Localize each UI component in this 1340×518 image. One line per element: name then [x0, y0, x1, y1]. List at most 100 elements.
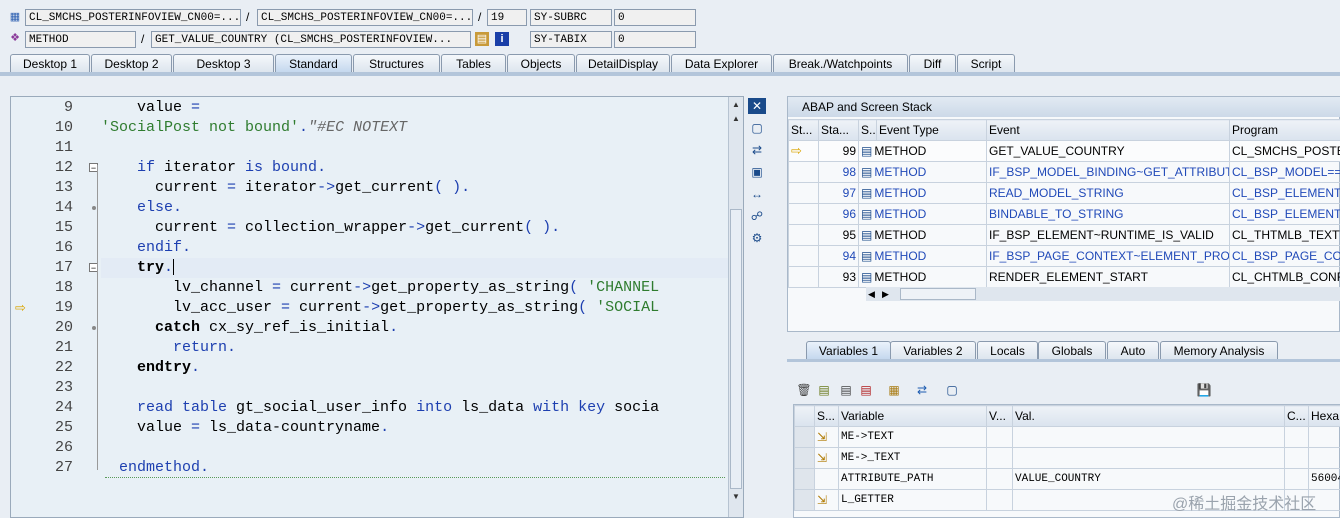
code-line[interactable]: lv_channel = current->get_property_as_st… [101, 278, 729, 298]
stack-row[interactable]: 94 ▤ METHOD IF_BSP_PAGE_CONTEXT~ELEMENT_PRO… [788, 245, 1340, 267]
include-field[interactable]: CL_SMCHS_POSTERINFOVIEW_CN00=... [257, 9, 473, 26]
var-tab-variables-2[interactable]: Variables 2 [890, 341, 976, 359]
variable-row[interactable]: ATTRIBUTE_PATH VALUE_COUNTRY 56004 [794, 468, 1340, 490]
maximize-icon[interactable]: ▣ [748, 164, 766, 180]
var-tab-locals[interactable]: Locals [977, 341, 1038, 359]
code-line[interactable]: 'SocialPost not bound'."#EC NOTEXT [101, 118, 729, 138]
navigate-icon[interactable]: ⇄ [914, 382, 930, 398]
source-code-icon[interactable]: ▤ [861, 186, 872, 200]
editor-vertical-scrollbar[interactable]: ▲ ▲ ▼ [728, 97, 743, 517]
scroll-up-arrow-icon[interactable]: ▲ [730, 113, 742, 125]
line-number-field[interactable]: 19 [487, 9, 527, 26]
info-icon[interactable]: i [495, 32, 509, 46]
row-selector[interactable] [794, 489, 815, 511]
variable-column-header[interactable]: Val. [1012, 405, 1285, 427]
sysvar-value-field[interactable]: 0 [614, 31, 696, 48]
headset-icon[interactable]: ☍ [748, 208, 766, 224]
tab-diff[interactable]: Diff [909, 54, 956, 72]
scroll-down-arrow-icon[interactable]: ▼ [730, 491, 742, 503]
var-tab-memory-analysis[interactable]: Memory Analysis [1160, 341, 1278, 359]
export-icon[interactable]: ▢ [944, 382, 960, 398]
scroll-thumb[interactable] [900, 288, 976, 300]
event-field[interactable]: GET_VALUE_COUNTRY (CL_SMCHS_POSTERINFOVI… [151, 31, 471, 48]
tab-tables[interactable]: Tables [441, 54, 506, 72]
object-reference-icon[interactable]: ⇲ [817, 451, 827, 465]
stack-row[interactable]: 97 ▤ METHOD READ_MODEL_STRING CL_BSP_ELEMENT… [788, 182, 1340, 204]
variable-row[interactable]: ⇲ ME->TEXT [794, 426, 1340, 448]
source-code-icon[interactable]: ▤ [861, 249, 872, 263]
code-line[interactable]: current = collection_wrapper->get_curren… [101, 218, 729, 238]
code-line[interactable]: endmethod. [101, 458, 729, 478]
delete-row-icon[interactable]: ▤ [858, 382, 874, 398]
variable-name-cell[interactable]: ME->_TEXT [838, 447, 987, 469]
stack-column-header[interactable]: Sta... [818, 119, 859, 141]
variable-value-cell[interactable] [1012, 447, 1285, 469]
stack-column-header[interactable]: Event [986, 119, 1230, 141]
code-line[interactable]: value = ls_data-countryname. [101, 418, 729, 438]
code-line[interactable]: value = [101, 98, 729, 118]
scroll-up-arrow-icon[interactable]: ▲ [730, 99, 742, 111]
code-line[interactable] [101, 138, 729, 158]
close-icon[interactable]: ✕ [748, 98, 766, 114]
save-icon[interactable]: 💾 [1196, 382, 1212, 398]
row-selector[interactable] [794, 447, 815, 469]
source-code-icon[interactable]: ▤ [861, 207, 872, 221]
variable-value-cell[interactable]: VALUE_COUNTRY [1012, 468, 1285, 490]
variable-value-cell[interactable] [1012, 426, 1285, 448]
scroll-left-arrow-icon[interactable]: ◀ [868, 287, 875, 301]
sysvar-value-field[interactable]: 0 [614, 9, 696, 26]
sysvar-name-field[interactable]: SY-SUBRC [530, 9, 612, 26]
tab-desktop-3[interactable]: Desktop 3 [173, 54, 274, 72]
source-editor[interactable]: 9 value = 10 'SocialPost not bound'."#EC N… [10, 96, 744, 518]
variable-name-cell[interactable]: ATTRIBUTE_PATH [838, 468, 987, 490]
var-tab-auto[interactable]: Auto [1107, 341, 1159, 359]
delete-icon[interactable]: 🗑 [796, 382, 812, 398]
tab-objects[interactable]: Objects [507, 54, 575, 72]
row-selector-header[interactable] [794, 405, 815, 427]
variable-row[interactable]: ⇲ ME->_TEXT [794, 447, 1340, 469]
code-line[interactable] [101, 438, 729, 458]
stack-column-header[interactable]: Program [1229, 119, 1340, 141]
program-field[interactable]: CL_SMCHS_POSTERINFOVIEW_CN00=... [25, 9, 241, 26]
code-line[interactable]: endif. [101, 238, 729, 258]
row-selector[interactable] [794, 426, 815, 448]
tab-break-watchpoints[interactable]: Break./Watchpoints [773, 54, 908, 72]
insert-row-icon[interactable]: ▤ [816, 382, 832, 398]
stack-row[interactable]: 98 ▤ METHOD IF_BSP_MODEL_BINDING~GET_ATTRIB… [788, 161, 1340, 183]
scroll-right-arrow-icon[interactable]: ▶ [882, 287, 889, 301]
code-line[interactable]: read table gt_social_user_info into ls_d… [101, 398, 729, 418]
stack-row[interactable]: 93 ▤ METHOD RENDER_ELEMENT_START CL_CHTMLB_C… [788, 266, 1340, 288]
var-tab-variables-1[interactable]: Variables 1 [806, 341, 891, 359]
copy-row-icon[interactable]: ▤ [838, 382, 854, 398]
tab-data-explorer[interactable]: Data Explorer [671, 54, 772, 72]
stack-row[interactable]: 95 ▤ METHOD IF_BSP_ELEMENT~RUNTIME_IS_VALID… [788, 224, 1340, 246]
sysvar-name-field[interactable]: SY-TABIX [530, 31, 612, 48]
code-line[interactable]: endtry. [101, 358, 729, 378]
tab-script[interactable]: Script [957, 54, 1015, 72]
row-selector[interactable] [794, 468, 815, 490]
source-code-icon[interactable]: ▤ [861, 144, 872, 158]
code-line[interactable]: return. [101, 338, 729, 358]
code-line[interactable]: current = iterator->get_current( ). [101, 178, 729, 198]
code-line[interactable]: catch cx_sy_ref_is_initial. [101, 318, 729, 338]
stack-horizontal-scrollbar[interactable]: ◀ ▶ [866, 287, 1340, 301]
variable-column-header[interactable]: S... [814, 405, 839, 427]
services-icon[interactable]: ⚙ [748, 230, 766, 246]
source-code-icon[interactable]: ▤ [861, 270, 872, 284]
variable-name-cell[interactable]: L_GETTER [838, 489, 987, 511]
source-code-icon[interactable]: ▤ [861, 228, 872, 242]
stack-row[interactable]: ⇨ 99 ▤ METHOD GET_VALUE_COUNTRY CL_SMCHS_POST… [788, 140, 1340, 162]
source-icon[interactable]: ▤ [475, 32, 489, 46]
source-code-icon[interactable]: ▤ [861, 165, 872, 179]
variable-name-cell[interactable]: ME->TEXT [838, 426, 987, 448]
layout-icon[interactable]: ▦ [886, 382, 902, 398]
tab-structures[interactable]: Structures [353, 54, 440, 72]
stack-column-header[interactable]: Event Type [876, 119, 987, 141]
variable-column-header[interactable]: V... [986, 405, 1013, 427]
stack-column-header[interactable]: St... [788, 119, 819, 141]
swap-tool-icon[interactable]: ⇄ [748, 142, 766, 158]
code-line[interactable]: try. [101, 258, 729, 278]
code-line[interactable]: lv_acc_user = current->get_property_as_s… [101, 298, 729, 318]
tab-detaildisplay[interactable]: DetailDisplay [576, 54, 670, 72]
stack-row[interactable]: 96 ▤ METHOD BINDABLE_TO_STRING CL_BSP_ELEMEN… [788, 203, 1340, 225]
